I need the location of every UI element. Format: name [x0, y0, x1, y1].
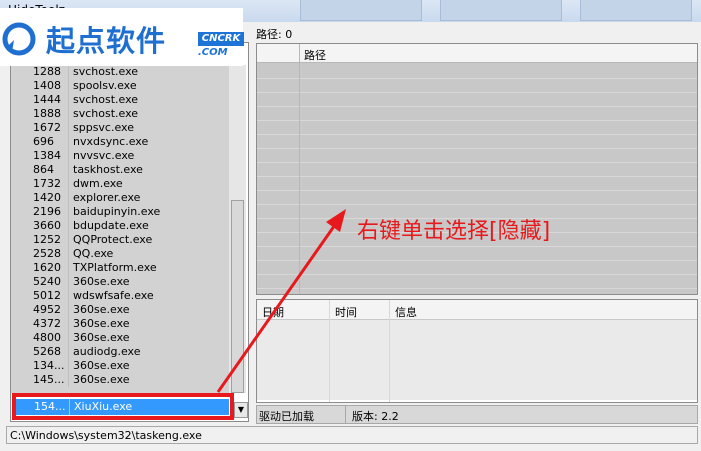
annotation-text: 右键单击选择[隐藏]	[357, 219, 551, 244]
annotation-arrow	[216, 209, 346, 393]
